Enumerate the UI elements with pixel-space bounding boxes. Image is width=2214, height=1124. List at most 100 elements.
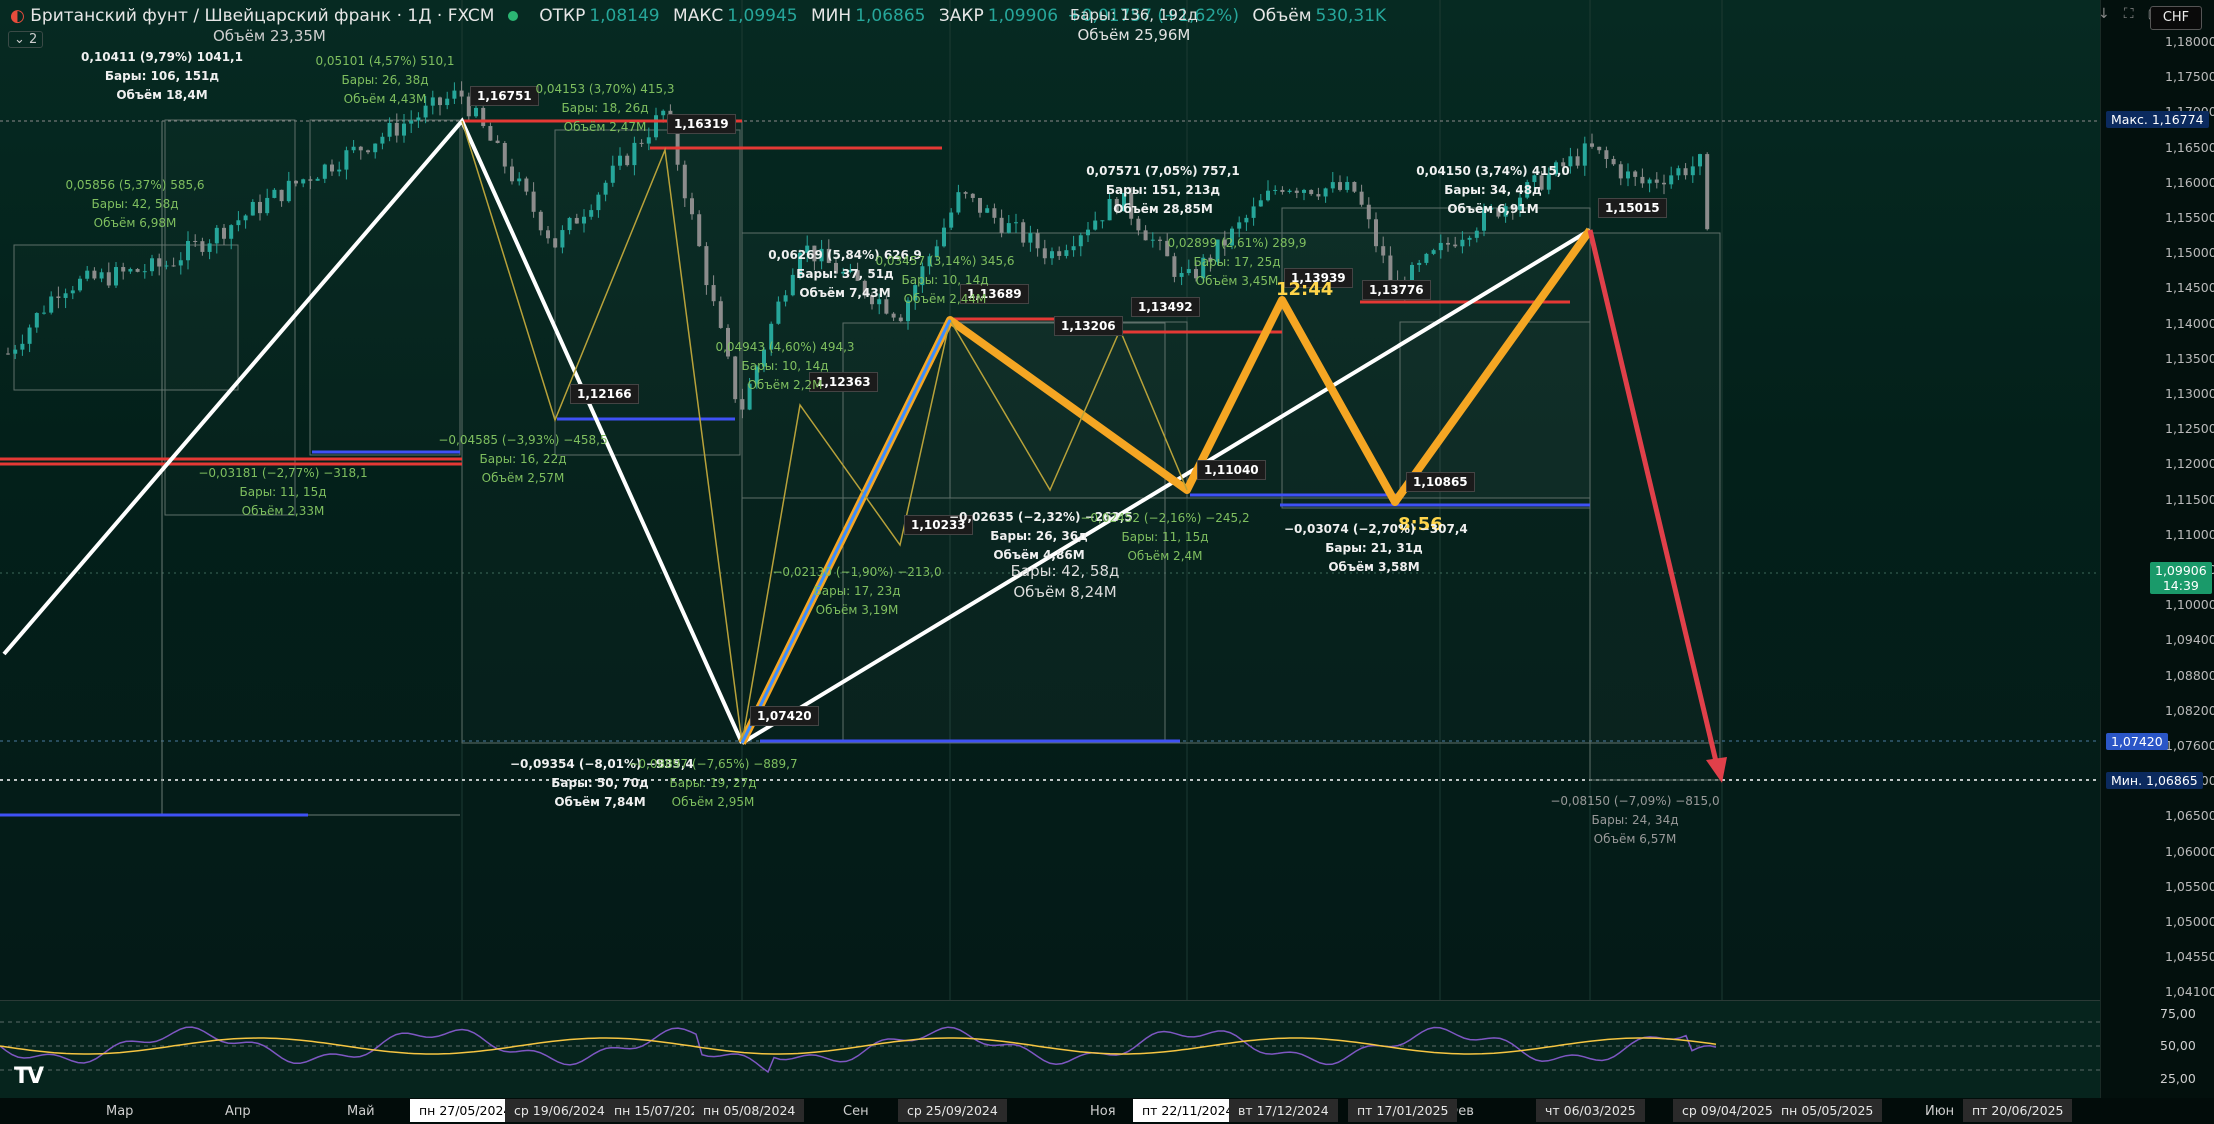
candle-body [1258, 200, 1263, 207]
symbol-title[interactable]: Британский фунт / Швейцарский франк · 1Д… [30, 6, 494, 26]
candle-body [1345, 181, 1350, 190]
price-tick: 1,17500 [2165, 69, 2214, 85]
time-box-8[interactable]: пт 17/01/2025 [1348, 1099, 1458, 1122]
tradingview-logo[interactable]: TV [14, 1064, 44, 1089]
candle-body [639, 142, 644, 144]
time-box-6[interactable]: пт 22/11/2024 [1133, 1099, 1243, 1122]
annotation-line: −0,02130 (−1,90%) −213,0 [772, 565, 942, 579]
candle-body [574, 217, 579, 224]
price-tag[interactable]: 1,11040 [1197, 460, 1266, 480]
candle-body [1446, 242, 1450, 245]
high-value: 1,09945 [727, 6, 798, 26]
candle-body [150, 258, 154, 272]
candle-body [409, 120, 414, 124]
annotation-line: −0,02452 (−2,16%) −245,2 [1080, 511, 1250, 525]
measure-annotation: −0,08150 (−7,09%) −815,0 Бары: 24, 34д Объ… [1545, 792, 1725, 849]
candle-body [286, 180, 291, 202]
time-box-10[interactable]: ср 09/04/2025 [1673, 1099, 1782, 1122]
candle-body [34, 313, 39, 328]
candle-body [128, 269, 133, 272]
candle-body [351, 146, 356, 151]
annotation-line: Объём 4,43M [343, 92, 427, 106]
candle-body [49, 296, 54, 313]
candle-body [1618, 164, 1623, 179]
candle-body [1294, 190, 1299, 193]
sub-volume: Объём 23,35M [213, 27, 326, 45]
price-tag[interactable]: 1,13206 [1054, 316, 1123, 336]
time-box-7[interactable]: вт 17/12/2024 [1229, 1099, 1338, 1122]
candle-body [1316, 194, 1321, 197]
annotation-line: 0,02899 (2,61%) 289,9 [1167, 236, 1307, 250]
annotation-line: Бары: 42, 58д [91, 197, 179, 211]
fullscreen-icon[interactable]: ⛶ [2124, 6, 2134, 22]
candle-body [704, 246, 709, 286]
time-box-5[interactable]: ср 25/09/2024 [898, 1099, 1007, 1122]
candle-body [301, 179, 306, 184]
price-tag[interactable]: 1,12166 [570, 384, 639, 404]
time-box-2[interactable]: ср 19/06/2024 [505, 1099, 614, 1122]
candle-body [1064, 250, 1069, 256]
price-tick: 1,18000 [2165, 34, 2214, 49]
candle-body [1460, 239, 1465, 247]
candle-body [6, 353, 10, 355]
measure-annotation: 0,05856 (5,37%) 585,6 Бары: 42, 58д Объём … [45, 176, 225, 233]
open-label: ОТКР [539, 6, 586, 26]
download-icon[interactable]: ↓ [2098, 6, 2110, 22]
price-tick: 1,11500 [2165, 491, 2214, 507]
candle-body [366, 150, 370, 153]
candle-body [632, 142, 637, 166]
candle-body [1611, 158, 1616, 165]
time-box-9[interactable]: чт 06/03/2025 [1536, 1099, 1645, 1122]
measure-annotation: −0,02452 (−2,16%) −245,2 Бары: 11, 15д Объ… [1075, 509, 1255, 566]
current-timer: 14:39 [2162, 578, 2199, 593]
candle-body [1028, 233, 1033, 243]
annotation-line: Бары: 106, 151д [104, 69, 220, 83]
candle-body [1683, 168, 1688, 176]
annotation-line: Бары: 26, 38д [341, 73, 429, 87]
symbol-flag-icon: ◐ [10, 6, 25, 26]
candle-body [85, 270, 90, 279]
indicators-toggle[interactable]: ⌄ 2 [8, 31, 44, 48]
price-tag[interactable]: 1,15015 [1598, 198, 1667, 218]
annotation-line: −0,03181 (−2,77%) −318,1 [198, 466, 368, 480]
annotation-line: Объём 6,91M [1447, 202, 1539, 216]
candle-body [1424, 253, 1429, 263]
market-status-icon [507, 11, 518, 21]
oscillator-lines [0, 1021, 2100, 1074]
price-tick: 1,07600 [2165, 738, 2214, 753]
candle-body [78, 278, 82, 291]
annotation-line: Объём 2,2M [747, 378, 823, 392]
currency-button[interactable]: CHF [2150, 6, 2202, 30]
annotation-line: Объём 3,58M [1328, 560, 1420, 574]
time-box-11[interactable]: пн 05/05/2025 [1772, 1099, 1883, 1122]
time-box-12[interactable]: пт 20/06/2025 [1963, 1099, 2073, 1122]
annotation-line: Объём 3,19M [815, 603, 899, 617]
candle-body [20, 343, 25, 350]
price-tick: 1,08800 [2165, 667, 2214, 683]
candle-body [1302, 189, 1306, 193]
annotation-line: −0,04585 (−3,93%) −458,5 [438, 433, 608, 447]
price-tag[interactable]: 1,07420 [750, 706, 819, 726]
annotation-line: Объём 28,85M [1113, 202, 1213, 216]
candle-body [1021, 222, 1026, 243]
volume-label: Объём [1252, 6, 1312, 26]
time-box-1[interactable]: пн 27/05/2024 [410, 1099, 521, 1122]
level-price-label: 1,07420 [2106, 733, 2168, 750]
candle-body [481, 107, 486, 127]
candle-body [978, 197, 982, 213]
candle-body [1273, 189, 1278, 191]
candle-body [1417, 262, 1422, 265]
candle-body [265, 197, 270, 214]
annotation-line: 0,10411 (9,79%) 1041,1 [81, 50, 243, 64]
price-tag[interactable]: 1,10865 [1406, 472, 1475, 492]
open-value: 1,08149 [589, 6, 660, 26]
candle-body [373, 143, 378, 153]
candle-body [553, 238, 558, 248]
candle-body [394, 122, 399, 136]
price-tag[interactable]: 1,13776 [1362, 280, 1431, 300]
annotation-line: Объём 18,4M [116, 88, 208, 102]
price-tag[interactable]: 1,13492 [1131, 297, 1200, 317]
time-label-apr: Апр [225, 1104, 251, 1119]
time-label-mar: Мар [106, 1104, 134, 1119]
time-box-4[interactable]: пн 05/08/2024 [694, 1099, 805, 1122]
